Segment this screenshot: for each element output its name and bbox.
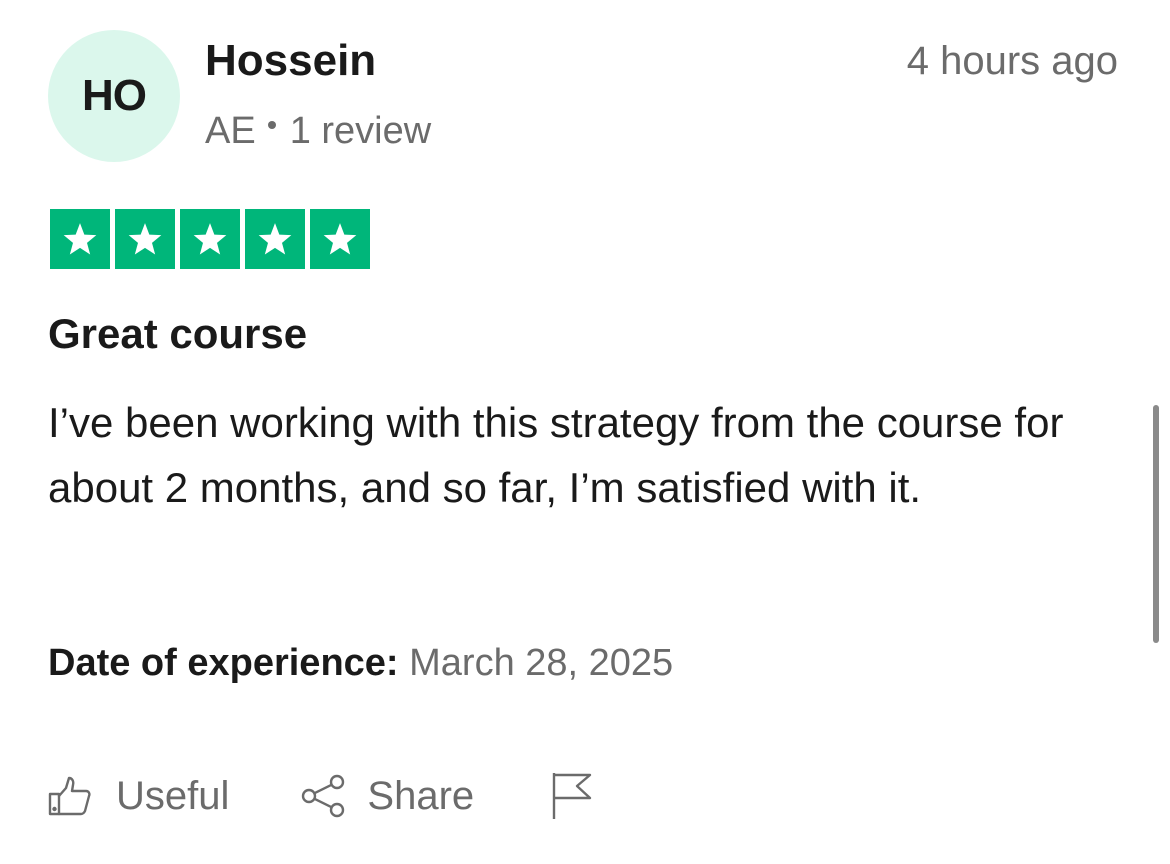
- reviewer-country: AE: [205, 110, 256, 152]
- review-title[interactable]: Great course: [48, 308, 307, 360]
- share-icon: [302, 774, 345, 818]
- star-icon: [50, 209, 110, 269]
- useful-button[interactable]: Useful: [48, 774, 229, 819]
- scrollbar[interactable]: [1153, 405, 1159, 643]
- star-icon: [245, 209, 305, 269]
- share-label: Share: [367, 773, 475, 818]
- review-count: 1 review: [289, 110, 432, 152]
- separator-dot: [267, 121, 276, 129]
- star-icon: [115, 209, 175, 269]
- avatar-initials: HO: [82, 71, 147, 120]
- report-button[interactable]: [550, 771, 594, 821]
- thumbs-up-icon: [48, 776, 91, 816]
- reviewer-name[interactable]: Hossein: [205, 36, 376, 86]
- flag-icon: [552, 773, 592, 819]
- date-value: March 28, 2025: [409, 642, 674, 684]
- share-button[interactable]: Share: [301, 774, 474, 819]
- star-icon: [180, 209, 240, 269]
- reviewer-meta: AE 1 review: [205, 108, 431, 154]
- review-body: I’ve been working with this strategy fro…: [48, 399, 1064, 511]
- date-label: Date of experience:: [48, 642, 399, 684]
- review-card: HO Hossein AE 1 review 4 hours ago Great…: [0, 0, 1170, 864]
- useful-label: Useful: [116, 773, 230, 818]
- review-actions: Useful Share: [48, 766, 594, 826]
- star-icon: [310, 209, 370, 269]
- star-rating: [50, 209, 370, 269]
- review-time: 4 hours ago: [906, 39, 1118, 83]
- avatar[interactable]: HO: [48, 30, 180, 162]
- date-of-experience: Date of experience: March 28, 2025: [48, 638, 673, 688]
